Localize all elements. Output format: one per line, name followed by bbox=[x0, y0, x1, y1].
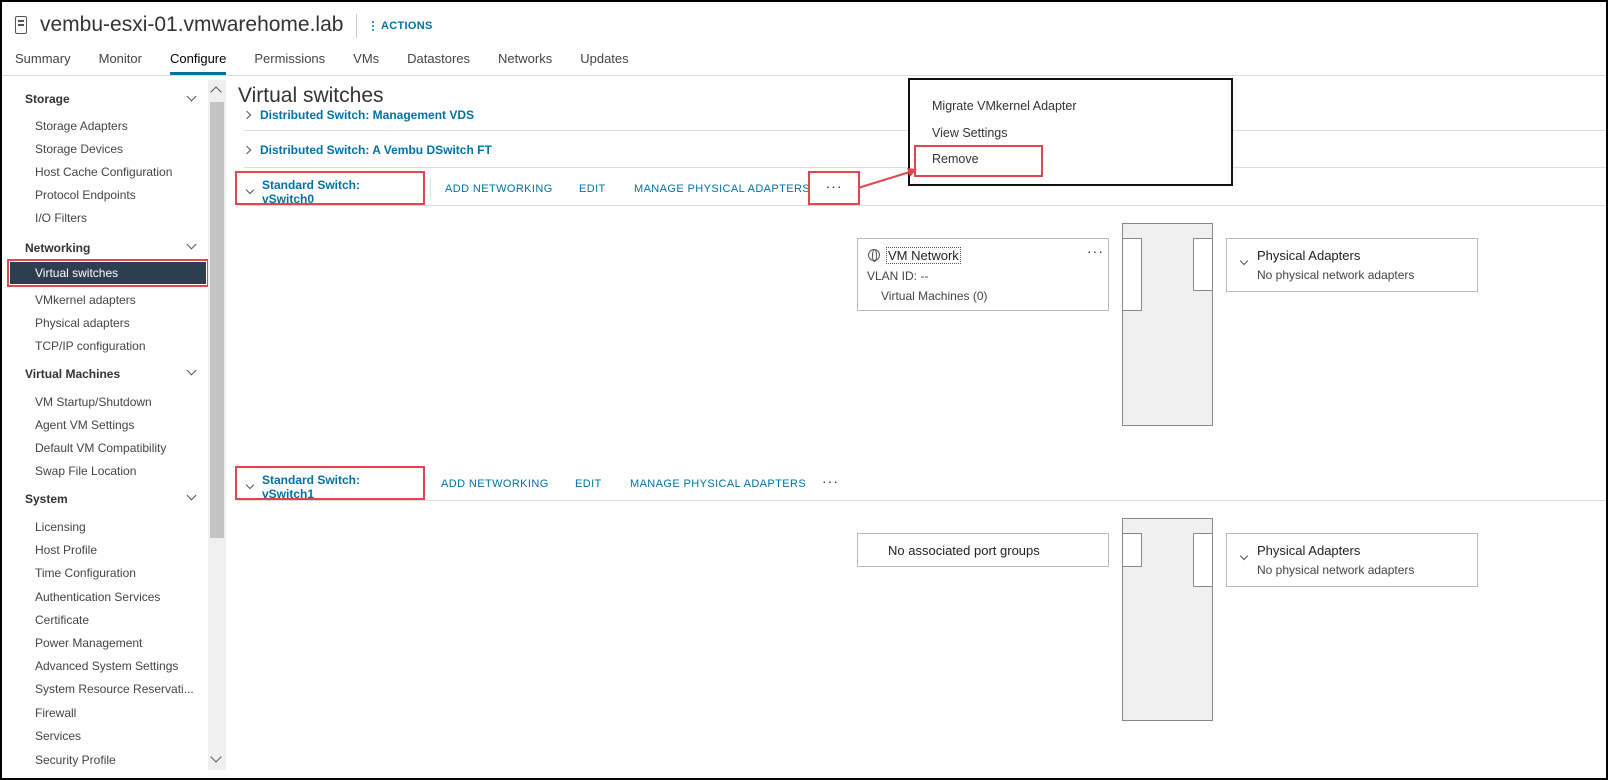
sidebar-item-swap-file[interactable]: Swap File Location bbox=[35, 464, 136, 478]
chevron-down-icon[interactable] bbox=[1239, 551, 1249, 561]
tab-permissions[interactable]: Permissions bbox=[254, 51, 325, 75]
sidebar-item-vm-startup[interactable]: VM Startup/Shutdown bbox=[35, 395, 152, 409]
actions-label: ACTIONS bbox=[381, 20, 433, 32]
chevron-right-icon bbox=[244, 110, 252, 120]
edit-button[interactable]: EDIT bbox=[579, 183, 606, 195]
distributed-switch-row[interactable]: Distributed Switch: A Vembu DSwitch FT bbox=[242, 143, 492, 157]
title-divider bbox=[356, 14, 357, 38]
screenshot-frame bbox=[0, 0, 1608, 780]
chevron-down-icon[interactable] bbox=[186, 239, 197, 250]
edit-button[interactable]: EDIT bbox=[575, 478, 602, 490]
add-networking-button[interactable]: ADD NETWORKING bbox=[441, 478, 549, 490]
physical-adapters-empty: No physical network adapters bbox=[1257, 563, 1415, 577]
network-globe-icon bbox=[868, 249, 880, 262]
divider bbox=[430, 178, 431, 198]
add-networking-button[interactable]: ADD NETWORKING bbox=[445, 183, 553, 195]
section-storage[interactable]: Storage bbox=[25, 92, 70, 106]
more-actions-button[interactable]: ··· bbox=[822, 473, 839, 489]
distributed-switch-label: Distributed Switch: Management VDS bbox=[260, 108, 475, 122]
switch-port-stub bbox=[1122, 238, 1142, 311]
section-system[interactable]: System bbox=[25, 492, 68, 506]
sidebar-item-host-cache[interactable]: Host Cache Configuration bbox=[35, 165, 172, 179]
sidebar-item-default-vm-compat[interactable]: Default VM Compatibility bbox=[35, 441, 166, 455]
sidebar-item-agent-vm-settings[interactable]: Agent VM Settings bbox=[35, 418, 134, 432]
sidebar-item-storage-adapters[interactable]: Storage Adapters bbox=[35, 119, 128, 133]
sidebar-item-authentication[interactable]: Authentication Services bbox=[35, 590, 160, 604]
switch-uplink-stub bbox=[1193, 238, 1213, 291]
physical-adapters-title: Physical Adapters bbox=[1257, 543, 1361, 558]
sidebar-item-virtual-switches[interactable]: Virtual switches bbox=[7, 259, 209, 287]
sidebar-item-physical-adapters[interactable]: Physical adapters bbox=[35, 316, 130, 330]
chevron-down-icon[interactable] bbox=[186, 91, 197, 102]
physical-adapters-box[interactable]: Physical Adapters No physical network ad… bbox=[1226, 533, 1478, 587]
section-virtual-machines[interactable]: Virtual Machines bbox=[25, 367, 120, 381]
menu-item-view-settings[interactable]: View Settings bbox=[932, 126, 1008, 140]
standard-switch-vswitch0[interactable]: Standard Switch: vSwitch0 bbox=[235, 171, 425, 206]
divider bbox=[237, 205, 1608, 206]
configure-sidebar: Storage Storage Adapters Storage Devices… bbox=[7, 80, 209, 770]
sidebar-item-security-profile[interactable]: Security Profile bbox=[35, 753, 116, 767]
tab-vms[interactable]: VMs bbox=[353, 51, 379, 75]
tab-datastores[interactable]: Datastores bbox=[407, 51, 470, 75]
manage-physical-adapters-button[interactable]: MANAGE PHYSICAL ADAPTERS bbox=[634, 183, 810, 195]
vlan-id: VLAN ID: -- bbox=[867, 269, 929, 283]
port-group-name[interactable]: VM Network bbox=[886, 247, 961, 264]
standard-switch-vswitch1[interactable]: Standard Switch: vSwitch1 bbox=[235, 466, 425, 501]
chevron-right-icon bbox=[242, 145, 252, 155]
chevron-down-icon[interactable] bbox=[186, 490, 197, 501]
tab-underline bbox=[0, 75, 1608, 76]
tab-summary[interactable]: Summary bbox=[15, 51, 71, 75]
physical-adapters-title: Physical Adapters bbox=[1257, 248, 1361, 263]
port-group-more-button[interactable]: ··· bbox=[1087, 243, 1104, 259]
tab-updates[interactable]: Updates bbox=[580, 51, 628, 75]
page-title: Virtual switches bbox=[238, 84, 384, 107]
sidebar-item-power-management[interactable]: Power Management bbox=[35, 636, 142, 650]
sidebar-item-licensing[interactable]: Licensing bbox=[35, 520, 86, 534]
sidebar-item-advanced-settings[interactable]: Advanced System Settings bbox=[35, 659, 178, 673]
sidebar-item-io-filters[interactable]: I/O Filters bbox=[35, 211, 87, 225]
chevron-down-icon bbox=[245, 480, 255, 490]
distributed-switch-row[interactable]: Distributed Switch: Management VDS bbox=[244, 108, 474, 122]
switch-uplink-stub bbox=[1193, 533, 1213, 587]
sidebar-item-resource-reservation[interactable]: System Resource Reservati... bbox=[35, 682, 194, 696]
tab-bar: Summary Monitor Configure Permissions VM… bbox=[15, 51, 657, 75]
switch-port-stub bbox=[1122, 533, 1142, 567]
sidebar-item-tcpip-configuration[interactable]: TCP/IP configuration bbox=[35, 339, 146, 353]
server-icon bbox=[15, 16, 27, 34]
distributed-switch-label: Distributed Switch: A Vembu DSwitch FT bbox=[260, 143, 492, 157]
tab-configure[interactable]: Configure bbox=[169, 51, 227, 75]
sidebar-item-time-configuration[interactable]: Time Configuration bbox=[35, 566, 136, 580]
manage-physical-adapters-button[interactable]: MANAGE PHYSICAL ADAPTERS bbox=[630, 478, 806, 490]
sidebar-item-vmkernel-adapters[interactable]: VMkernel adapters bbox=[35, 293, 136, 307]
sidebar-item-host-profile[interactable]: Host Profile bbox=[35, 543, 97, 557]
switch-name: Standard Switch: vSwitch0 bbox=[261, 177, 360, 206]
actions-button[interactable]: ACTIONS bbox=[372, 19, 433, 33]
vertical-dots-icon bbox=[372, 19, 375, 33]
tab-monitor[interactable]: Monitor bbox=[99, 51, 142, 75]
callout-arrow bbox=[857, 168, 917, 189]
section-networking[interactable]: Networking bbox=[25, 241, 90, 255]
menu-item-migrate-vmkernel[interactable]: Migrate VMkernel Adapter bbox=[932, 99, 1077, 113]
sidebar-item-storage-devices[interactable]: Storage Devices bbox=[35, 142, 123, 156]
sidebar-item-firewall[interactable]: Firewall bbox=[35, 706, 76, 720]
chevron-down-icon[interactable] bbox=[1239, 256, 1249, 266]
sidebar-item-services[interactable]: Services bbox=[35, 729, 81, 743]
host-title: vembu-esxi-01.vmwarehome.lab bbox=[40, 13, 344, 36]
no-port-groups-text: No associated port groups bbox=[888, 543, 1040, 558]
chevron-down-icon[interactable] bbox=[186, 365, 197, 376]
divider bbox=[237, 500, 1608, 501]
port-group-vm-network[interactable]: VM Network ··· VLAN ID: -- Virtual Machi… bbox=[857, 238, 1109, 311]
virtual-machines-count[interactable]: Virtual Machines (0) bbox=[881, 289, 988, 303]
sidebar-item-protocol-endpoints[interactable]: Protocol Endpoints bbox=[35, 188, 136, 202]
remove-highlight-box bbox=[914, 145, 1043, 177]
tab-networks[interactable]: Networks bbox=[498, 51, 552, 75]
port-group-empty: No associated port groups bbox=[857, 533, 1109, 567]
scrollbar-thumb[interactable] bbox=[210, 102, 224, 538]
sidebar-item-certificate[interactable]: Certificate bbox=[35, 613, 89, 627]
physical-adapters-box[interactable]: Physical Adapters No physical network ad… bbox=[1226, 238, 1478, 292]
physical-adapters-empty: No physical network adapters bbox=[1257, 268, 1415, 282]
switch-name: Standard Switch: vSwitch1 bbox=[261, 472, 360, 501]
chevron-down-icon bbox=[245, 185, 255, 195]
more-actions-button[interactable]: ··· bbox=[808, 171, 860, 205]
